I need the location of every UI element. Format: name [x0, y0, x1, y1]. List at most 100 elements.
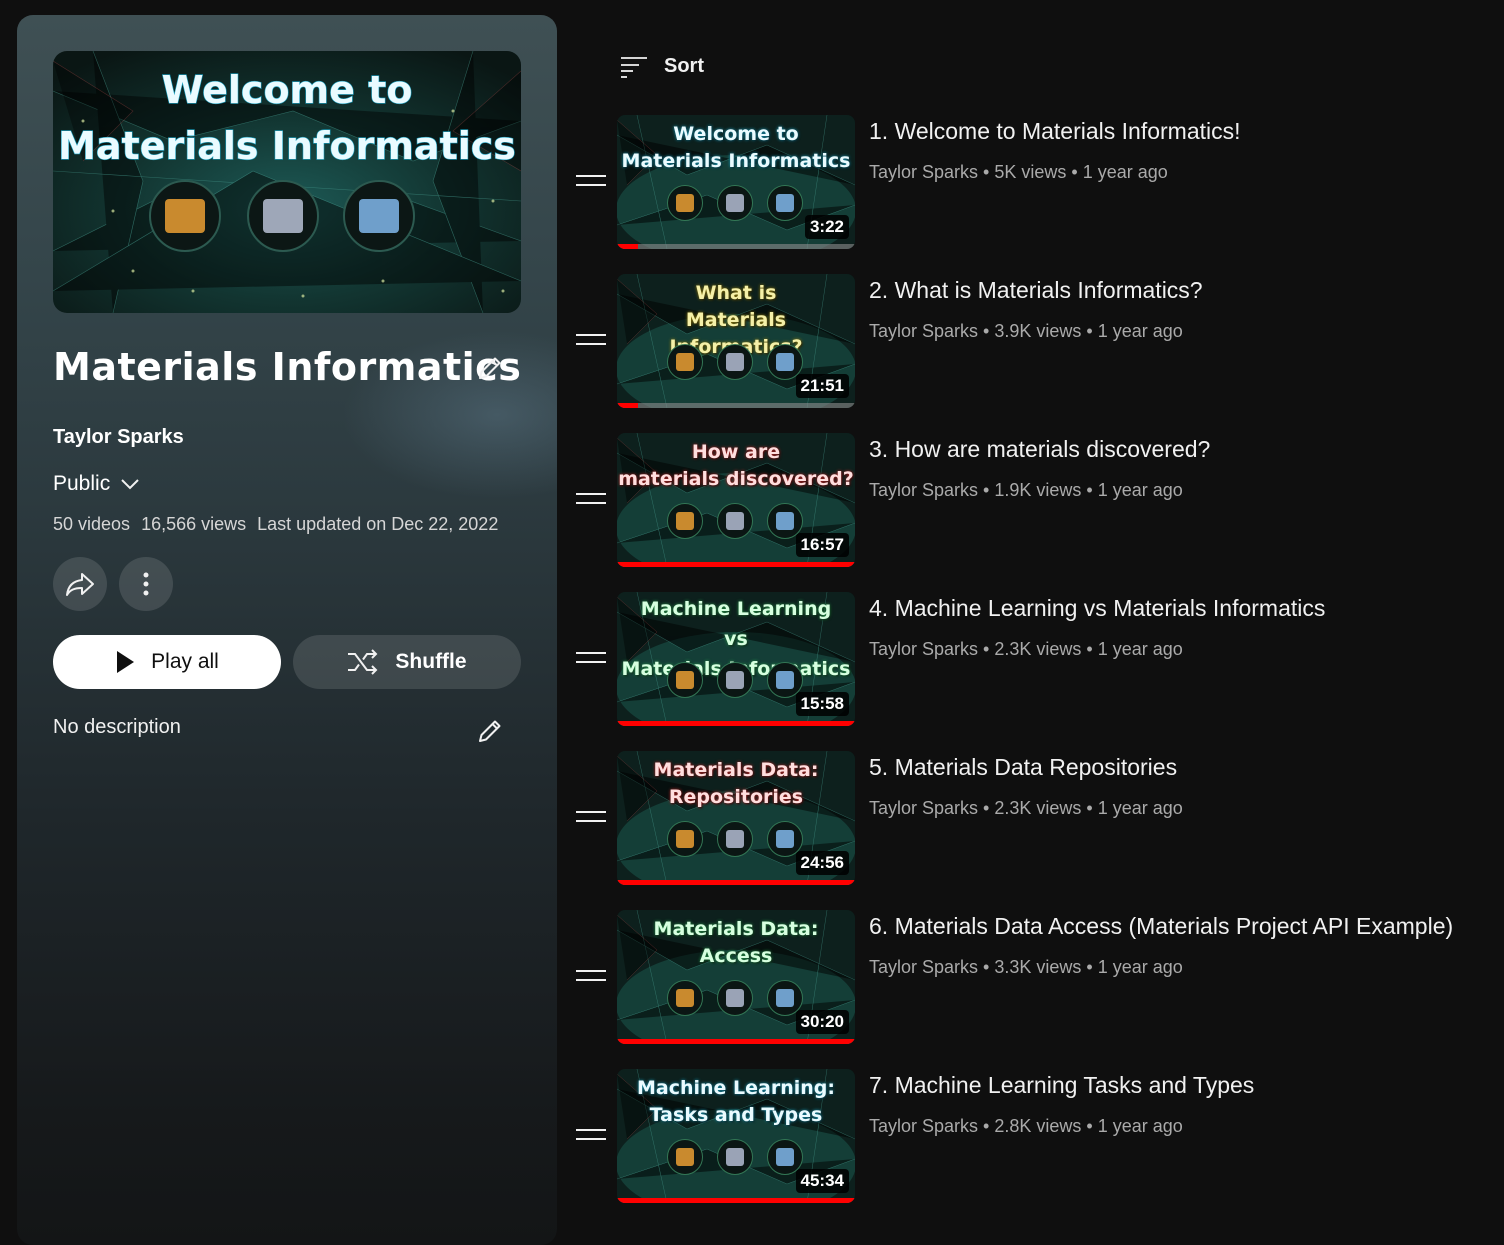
separator-dot: •: [1071, 162, 1078, 182]
separator-dot: •: [1086, 639, 1093, 659]
playlist-cover-thumbnail[interactable]: Welcome to Materials Informatics: [53, 51, 521, 313]
video-views: 2.3K views: [994, 639, 1082, 659]
video-channel[interactable]: Taylor Sparks: [869, 162, 978, 182]
share-button[interactable]: [53, 557, 107, 611]
shuffle-icon: [348, 649, 378, 675]
watch-progress-fill: [617, 562, 855, 567]
watch-progress-bar: [617, 1039, 855, 1044]
video-thumbnail[interactable]: Machine Learning: Tasks and Types 45:34: [617, 1069, 855, 1203]
video-channel[interactable]: Taylor Sparks: [869, 321, 978, 341]
privacy-dropdown[interactable]: Public: [53, 472, 140, 496]
cover-art: Welcome to Materials Informatics: [53, 51, 521, 313]
thumbnail-text: Materials Data: Repositories: [653, 759, 819, 808]
thumbnail-text: Machine Learning: Tasks and Types: [636, 1077, 835, 1126]
video-metadata: Taylor Sparks • 2.8K views • 1 year ago: [869, 1116, 1183, 1137]
separator-dot: •: [983, 321, 990, 341]
playlist-video-row-7[interactable]: Machine Learning: Tasks and Types 45:34 …: [568, 1069, 1498, 1209]
chevron-down-icon: [121, 479, 139, 490]
playlist-video-row-5[interactable]: Materials Data: Repositories 24:56 5. Ma…: [568, 751, 1498, 891]
thumbnail-molecules: [665, 1139, 807, 1175]
shuffle-button[interactable]: Shuffle: [293, 635, 521, 689]
drag-handle-icon[interactable]: [576, 970, 606, 984]
video-thumbnail[interactable]: What is Materials Informatics? 21:51: [617, 274, 855, 408]
drag-handle-icon[interactable]: [576, 175, 606, 189]
watch-progress-bar: [617, 880, 855, 885]
video-metadata: Taylor Sparks • 3.9K views • 1 year ago: [869, 321, 1183, 342]
watch-progress-fill: [617, 403, 639, 408]
watch-progress-bar: [617, 403, 855, 408]
playlist-title: Materials Informatics: [53, 345, 522, 389]
video-views: 2.3K views: [994, 798, 1082, 818]
drag-handle-icon[interactable]: [576, 811, 606, 825]
video-thumbnail[interactable]: Materials Data: Access 30:20: [617, 910, 855, 1044]
video-thumbnail[interactable]: Materials Data: Repositories 24:56: [617, 751, 855, 885]
video-thumbnail[interactable]: How are materials discovered? 16:57: [617, 433, 855, 567]
separator-dot: •: [1086, 798, 1093, 818]
playlist-video-row-2[interactable]: What is Materials Informatics? 21:51 2. …: [568, 274, 1498, 414]
play-all-button[interactable]: Play all: [53, 635, 281, 689]
playlist-video-row-1[interactable]: Welcome to Materials Informatics 3:22 1.…: [568, 115, 1498, 255]
video-channel[interactable]: Taylor Sparks: [869, 480, 978, 500]
video-title[interactable]: 1. Welcome to Materials Informatics!: [869, 118, 1241, 145]
drag-handle-icon[interactable]: [576, 334, 606, 348]
sort-button[interactable]: Sort: [620, 55, 704, 78]
edit-title-pencil-icon[interactable]: [473, 351, 507, 385]
video-channel[interactable]: Taylor Sparks: [869, 957, 978, 977]
drag-handle-icon[interactable]: [576, 1129, 606, 1143]
video-age: 1 year ago: [1097, 798, 1183, 818]
video-duration: 45:34: [795, 1169, 849, 1193]
video-views: 1.9K views: [994, 480, 1082, 500]
separator-dot: •: [983, 480, 990, 500]
video-title[interactable]: 6. Materials Data Access (Materials Proj…: [869, 913, 1453, 940]
watch-progress-bar: [617, 244, 855, 249]
video-title[interactable]: 7. Machine Learning Tasks and Types: [869, 1072, 1254, 1099]
drag-handle-icon[interactable]: [576, 652, 606, 666]
edit-description-pencil-icon[interactable]: [473, 714, 507, 748]
video-duration: 15:58: [795, 692, 849, 716]
separator-dot: •: [1086, 480, 1093, 500]
video-title[interactable]: 2. What is Materials Informatics?: [869, 277, 1203, 304]
playlist-video-row-4[interactable]: Machine Learning vs Materials Informatic…: [568, 592, 1498, 732]
thumbnail-molecules: [665, 503, 807, 539]
video-duration: 24:56: [795, 851, 849, 875]
video-thumbnail[interactable]: Machine Learning vs Materials Informatic…: [617, 592, 855, 726]
video-age: 1 year ago: [1097, 321, 1183, 341]
video-age: 1 year ago: [1097, 480, 1183, 500]
video-metadata: Taylor Sparks • 2.3K views • 1 year ago: [869, 639, 1183, 660]
more-actions-button[interactable]: [119, 557, 173, 611]
thumbnail-text: Materials Data: Access: [653, 918, 819, 967]
video-metadata: Taylor Sparks • 2.3K views • 1 year ago: [869, 798, 1183, 819]
video-duration: 21:51: [795, 374, 849, 398]
sort-icon: [621, 56, 647, 78]
drag-handle-icon[interactable]: [576, 493, 606, 507]
video-channel[interactable]: Taylor Sparks: [869, 1116, 978, 1136]
separator-dot: •: [983, 1116, 990, 1136]
video-title[interactable]: 5. Materials Data Repositories: [869, 754, 1177, 781]
video-views: 3.9K views: [994, 321, 1082, 341]
watch-progress-fill: [617, 1039, 855, 1044]
playlist-video-row-3[interactable]: How are materials discovered? 16:57 3. H…: [568, 433, 1498, 573]
video-title[interactable]: 4. Machine Learning vs Materials Informa…: [869, 595, 1325, 622]
separator-dot: •: [1086, 1116, 1093, 1136]
thumbnail-text: Welcome to Materials Informatics: [621, 123, 851, 172]
last-updated: Last updated on Dec 22, 2022: [257, 514, 499, 534]
video-count: 50 videos: [53, 514, 131, 534]
video-title[interactable]: 3. How are materials discovered?: [869, 436, 1210, 463]
video-channel[interactable]: Taylor Sparks: [869, 798, 978, 818]
watch-progress-fill: [617, 1198, 855, 1203]
video-views: 5K views: [994, 162, 1067, 182]
playlist-video-row-6[interactable]: Materials Data: Access 30:20 6. Material…: [568, 910, 1498, 1050]
video-age: 1 year ago: [1082, 162, 1168, 182]
video-age: 1 year ago: [1097, 957, 1183, 977]
video-views: 2.8K views: [994, 1116, 1082, 1136]
watch-progress-fill: [617, 244, 639, 249]
separator-dot: •: [983, 798, 990, 818]
separator-dot: •: [983, 162, 990, 182]
video-channel[interactable]: Taylor Sparks: [869, 639, 978, 659]
video-thumbnail[interactable]: Welcome to Materials Informatics 3:22: [617, 115, 855, 249]
thumbnail-text: How are materials discovered?: [618, 441, 854, 490]
cover-title-line2: Materials Informatics: [58, 124, 516, 168]
cover-title-line1: Welcome to: [162, 68, 413, 112]
video-metadata: Taylor Sparks • 1.9K views • 1 year ago: [869, 480, 1183, 501]
playlist-owner[interactable]: Taylor Sparks: [53, 426, 184, 449]
